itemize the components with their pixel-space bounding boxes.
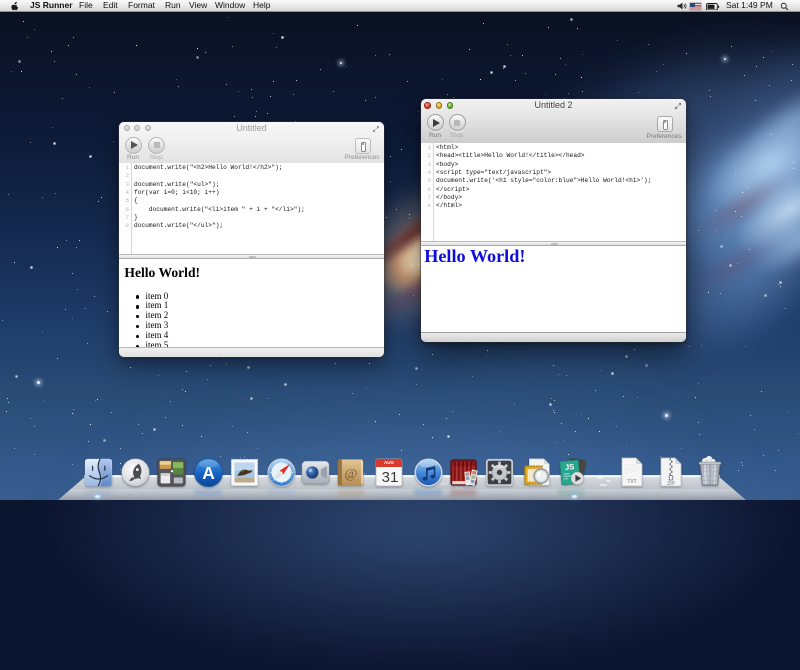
svg-text:@: @ [344, 466, 357, 482]
svg-text:JS: JS [564, 462, 574, 472]
svg-text:AUG: AUG [384, 460, 394, 465]
svg-text:TXT: TXT [627, 479, 636, 485]
svg-text:31: 31 [382, 469, 399, 486]
svg-text:ZIP: ZIP [667, 481, 675, 487]
